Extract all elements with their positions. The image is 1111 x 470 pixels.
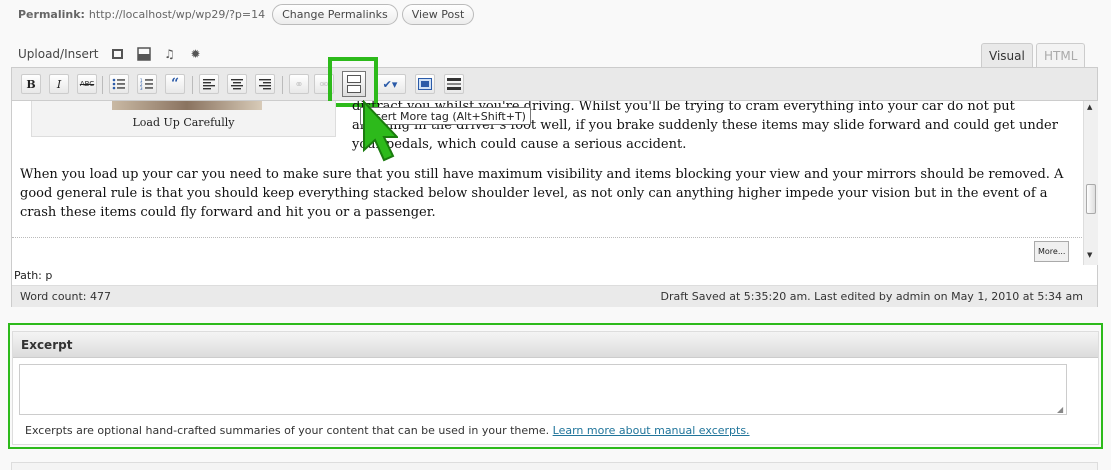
bold-button[interactable]: B xyxy=(21,74,41,94)
add-image-icon[interactable] xyxy=(111,47,125,61)
spellcheck-icon: ✔▾ xyxy=(382,77,398,91)
upload-insert-row: Upload/Insert ♫ ✹ xyxy=(18,45,215,63)
fullscreen-icon xyxy=(418,78,432,90)
fullscreen-button[interactable] xyxy=(415,74,435,94)
element-path: Path: p xyxy=(14,269,53,282)
spellcheck-button[interactable]: ✔▾ xyxy=(374,74,406,94)
toolbar-separator xyxy=(192,76,193,94)
scroll-up-icon[interactable]: ▲ xyxy=(1087,103,1092,111)
resize-grip-icon[interactable]: ◢ xyxy=(1057,405,1063,414)
editor-toolbar: B I ABC 123 “ ⚭ ⚮ ✔▾ xyxy=(12,57,1097,107)
tab-html[interactable]: HTML xyxy=(1036,43,1086,67)
strikethrough-button[interactable]: ABC xyxy=(77,74,97,94)
image-caption: Load Up Carefully xyxy=(132,116,235,129)
excerpt-help-text: Excerpts are optional hand-crafted summa… xyxy=(25,424,550,437)
align-right-button[interactable] xyxy=(255,74,275,94)
numbered-list-icon: 123 xyxy=(140,78,153,90)
toolbar-separator xyxy=(102,76,103,94)
kitchen-sink-icon xyxy=(447,78,461,90)
italic-button[interactable]: I xyxy=(49,74,69,94)
align-left-icon xyxy=(203,79,215,90)
align-center-icon xyxy=(231,79,243,90)
more-tag-divider xyxy=(12,237,1082,238)
bullet-list-button[interactable] xyxy=(109,74,129,94)
view-post-button[interactable]: View Post xyxy=(401,3,475,25)
permalink-label: Permalink: xyxy=(18,7,85,21)
bullet-list-icon xyxy=(112,78,125,90)
align-right-icon xyxy=(259,79,271,90)
kitchen-sink-button[interactable] xyxy=(444,74,464,94)
insert-link-button[interactable]: ⚭ xyxy=(289,74,309,94)
numbered-list-button[interactable]: 123 xyxy=(137,74,157,94)
svg-text:3: 3 xyxy=(140,86,143,90)
permalink-url[interactable]: http://localhost/wp/wp29/?p=14 xyxy=(89,8,265,21)
autosave-status: Draft Saved at 5:35:20 am. Last edited b… xyxy=(660,290,1083,303)
learn-more-excerpts-link[interactable]: Learn more about manual excerpts. xyxy=(553,424,750,437)
change-permalinks-button[interactable]: Change Permalinks xyxy=(272,3,398,25)
align-center-button[interactable] xyxy=(227,74,247,94)
upload-insert-label: Upload/Insert xyxy=(18,47,99,61)
permalink-row: Permalink: http://localhost/wp/wp29/?p=1… xyxy=(18,3,475,25)
editor-content[interactable]: Load Up Carefully distract you whilst yo… xyxy=(12,101,1082,265)
post-editor: B I ABC 123 “ ⚭ ⚮ ✔▾ Load Up Carefully d… xyxy=(11,57,1098,307)
post-image xyxy=(112,101,262,110)
insert-more-tag-button[interactable] xyxy=(342,71,366,97)
excerpt-help: Excerpts are optional hand-crafted summa… xyxy=(25,424,750,437)
tab-visual[interactable]: Visual xyxy=(981,43,1033,67)
paragraph: When you load up your car you need to ma… xyxy=(20,167,1064,220)
image-caption-box[interactable]: Load Up Carefully xyxy=(31,101,336,137)
align-left-button[interactable] xyxy=(199,74,219,94)
add-media-icon[interactable]: ✹ xyxy=(189,47,203,61)
toolbar-separator xyxy=(282,76,283,94)
unlink-icon: ⚮ xyxy=(319,77,329,91)
cursor-arrow-icon xyxy=(363,100,398,162)
next-panel-edge xyxy=(11,462,1098,470)
scroll-down-icon[interactable]: ▼ xyxy=(1087,251,1092,259)
excerpt-title[interactable]: Excerpt xyxy=(13,332,1098,358)
blockquote-button[interactable]: “ xyxy=(165,74,185,94)
editor-scrollbar[interactable]: ▲ ▼ xyxy=(1083,101,1098,265)
excerpt-panel: Excerpt ◢ Excerpts are optional hand-cra… xyxy=(12,331,1099,445)
add-audio-icon[interactable]: ♫ xyxy=(163,47,177,61)
editor-status-bar: Word count: 477 Draft Saved at 5:35:20 a… xyxy=(12,285,1097,307)
word-count: Word count: 477 xyxy=(20,290,112,303)
scrollbar-thumb[interactable] xyxy=(1086,184,1096,214)
unlink-button[interactable]: ⚮ xyxy=(314,74,334,94)
more-tag-marker[interactable]: More... xyxy=(1034,241,1070,262)
add-video-icon[interactable] xyxy=(136,47,151,61)
link-icon: ⚭ xyxy=(294,77,304,91)
excerpt-textarea[interactable] xyxy=(19,364,1067,415)
blockquote-icon: “ xyxy=(170,76,180,92)
